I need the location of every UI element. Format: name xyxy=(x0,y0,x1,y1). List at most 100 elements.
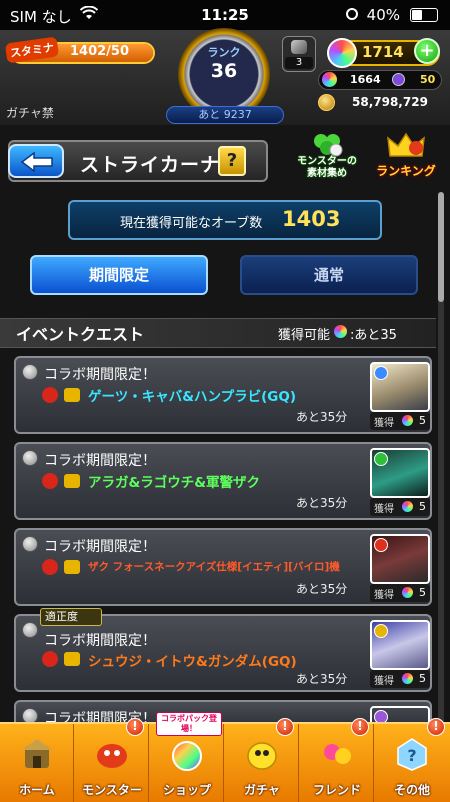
nav-gacha-label: ガチャ xyxy=(244,783,280,797)
nav-home-label: ホーム xyxy=(19,783,55,797)
quest-category: コラボ期間限定！ xyxy=(44,453,156,469)
back-button[interactable] xyxy=(8,144,64,178)
orientation-lock-icon xyxy=(346,8,358,20)
nav-monster[interactable]: ! モンスター xyxy=(75,718,149,802)
quest-reward-value: 5 xyxy=(419,672,426,685)
item-slot-button[interactable]: 3 xyxy=(282,36,316,72)
orb-icon xyxy=(334,325,347,338)
rainbow-gem-icon xyxy=(322,72,337,87)
nav-monster-label: モンスター xyxy=(82,783,142,797)
material-gathering-button[interactable]: モンスターの 素材集め xyxy=(292,132,362,190)
scrollbar-thumb[interactable] xyxy=(438,192,444,302)
orb-count: 1714 xyxy=(362,43,404,61)
svg-text:?: ? xyxy=(407,746,416,765)
battery-icon xyxy=(410,8,438,22)
material-line2: 素材集め xyxy=(307,168,347,179)
clover-icon xyxy=(314,134,343,157)
section-available-label: 獲得可能 xyxy=(278,328,331,343)
other-icon: ? xyxy=(397,738,427,771)
collab-pack-tag: コラボパック登場！ xyxy=(156,712,222,736)
quest-reward-label: 獲得 xyxy=(374,676,394,687)
nav-shop[interactable]: コラボパック登場！ ショップ xyxy=(150,712,224,802)
help-button[interactable]: ? xyxy=(218,146,246,176)
quest-reward-label: 獲得 xyxy=(374,418,394,429)
quest-boss-thumbnail xyxy=(370,362,430,412)
status-bar: SIM なし 11:25 40% xyxy=(0,0,450,30)
ranking-label: ランキング xyxy=(376,164,436,178)
available-orbs-value: 1403 xyxy=(282,207,341,231)
quest-boss-thumbnail xyxy=(370,448,430,498)
purple-gem-icon xyxy=(392,73,405,86)
nav-home[interactable]: ホーム xyxy=(0,724,74,802)
alert-badge: ! xyxy=(126,718,144,736)
quest-reward-label: 獲得 xyxy=(374,590,394,601)
pin-icon xyxy=(22,536,38,552)
buy-orbs-button[interactable]: + xyxy=(414,38,440,64)
item-count: 3 xyxy=(285,57,313,69)
quest-name: ザク フォースネークアイズ仕様[イエティ][バイロ]機 xyxy=(88,561,340,573)
nav-shop-label: ショップ xyxy=(162,783,211,797)
quest-name: シュウジ・イトウ&ガンダム(GQ) xyxy=(88,654,297,670)
coin-icon xyxy=(318,94,335,111)
quest-remaining-time: あと35分 xyxy=(296,410,348,424)
tab-limited[interactable]: 期間限定 xyxy=(30,255,208,295)
quest-type-icons xyxy=(42,387,80,403)
title-row: ストライカーナビ ? モンスターの 素材集め ランキング xyxy=(0,130,450,192)
quest-remaining-time: あと35分 xyxy=(296,582,348,596)
battery-percent: 40% xyxy=(366,6,400,24)
stamina-value: 1402/50 xyxy=(70,44,130,59)
next-rank-exp: あと 9237 xyxy=(166,106,284,124)
orb-icon xyxy=(402,673,413,684)
quest-category: コラボ期間限定！ xyxy=(44,539,156,555)
friend-icon xyxy=(324,744,351,764)
item-icon xyxy=(291,40,307,54)
section-available-value: :あと35 xyxy=(350,328,397,343)
quest-reward-label: 獲得 xyxy=(374,504,394,515)
ranking-button[interactable]: ランキング xyxy=(368,132,444,190)
quest-type-icons xyxy=(42,473,80,489)
section-title: イベントクエスト xyxy=(16,325,145,344)
quest-type-icons xyxy=(42,651,80,667)
tab-normal[interactable]: 通常 xyxy=(240,255,418,295)
shop-orb-icon xyxy=(172,741,202,771)
quest-remaining-time: あと35分 xyxy=(296,496,348,510)
nav-other[interactable]: ? ! その他 xyxy=(375,718,449,802)
alert-badge: ! xyxy=(427,718,445,736)
quest-item[interactable]: コラボ期間限定！ ザク フォースネークアイズ仕様[イエティ][バイロ]機 あと3… xyxy=(14,528,432,606)
gacha-icon xyxy=(247,742,277,770)
quest-category: コラボ期間限定！ xyxy=(44,633,156,649)
header: スタミナ 1402/50 ガチャ禁 ランク 36 あと 9237 3 1714 … xyxy=(0,28,450,125)
available-orbs-label: 現在獲得可能なオーブ数 xyxy=(120,216,263,231)
quest-reward-value: 5 xyxy=(419,500,426,513)
quest-type-icons xyxy=(42,559,80,575)
quest-reward-value: 5 xyxy=(419,414,426,427)
nav-friend[interactable]: ! フレンド xyxy=(300,718,374,802)
quest-name: アラガ&ラゴウチ&軍警ザク xyxy=(88,475,261,491)
quest-item[interactable]: コラボ期間限定！ アラガ&ラゴウチ&軍警ザク あと35分 獲得 5 xyxy=(14,442,432,520)
gem-a-count: 1664 xyxy=(350,73,381,86)
quest-boss-thumbnail xyxy=(370,534,430,584)
quest-boss-thumbnail xyxy=(370,620,430,670)
pin-icon xyxy=(22,364,38,380)
home-icon xyxy=(22,739,52,768)
coin-count: 58,798,729 xyxy=(352,95,428,109)
alert-badge: ! xyxy=(351,718,369,736)
quest-name: ゲーツ・キャバ&ハンプラビ(GQ) xyxy=(88,389,296,405)
crown-icon xyxy=(387,132,425,157)
orb-icon xyxy=(402,501,413,512)
bottom-nav: ホーム ! モンスター コラボパック登場！ ショップ ! ガチャ ! フレンド … xyxy=(0,712,450,802)
quest-item[interactable]: コラボ期間限定！ ゲーツ・キャバ&ハンプラビ(GQ) あと35分 獲得 5 xyxy=(14,356,432,434)
alert-badge: ! xyxy=(276,718,294,736)
rank-label: ランク xyxy=(207,46,241,59)
rank-value: 36 xyxy=(210,60,238,82)
quest-category: コラボ期間限定！ xyxy=(44,367,156,383)
orb-icon xyxy=(402,415,413,426)
gacha-ban-label: ガチャ禁 xyxy=(6,106,54,120)
monster-icon xyxy=(97,744,127,768)
nav-gacha[interactable]: ! ガチャ xyxy=(225,718,299,802)
back-arrow-icon xyxy=(20,152,53,172)
orb-icon xyxy=(402,587,413,598)
orb-icon xyxy=(327,38,357,68)
quest-remaining-time: あと35分 xyxy=(296,672,348,686)
gem-b-count: 50 xyxy=(420,73,436,86)
